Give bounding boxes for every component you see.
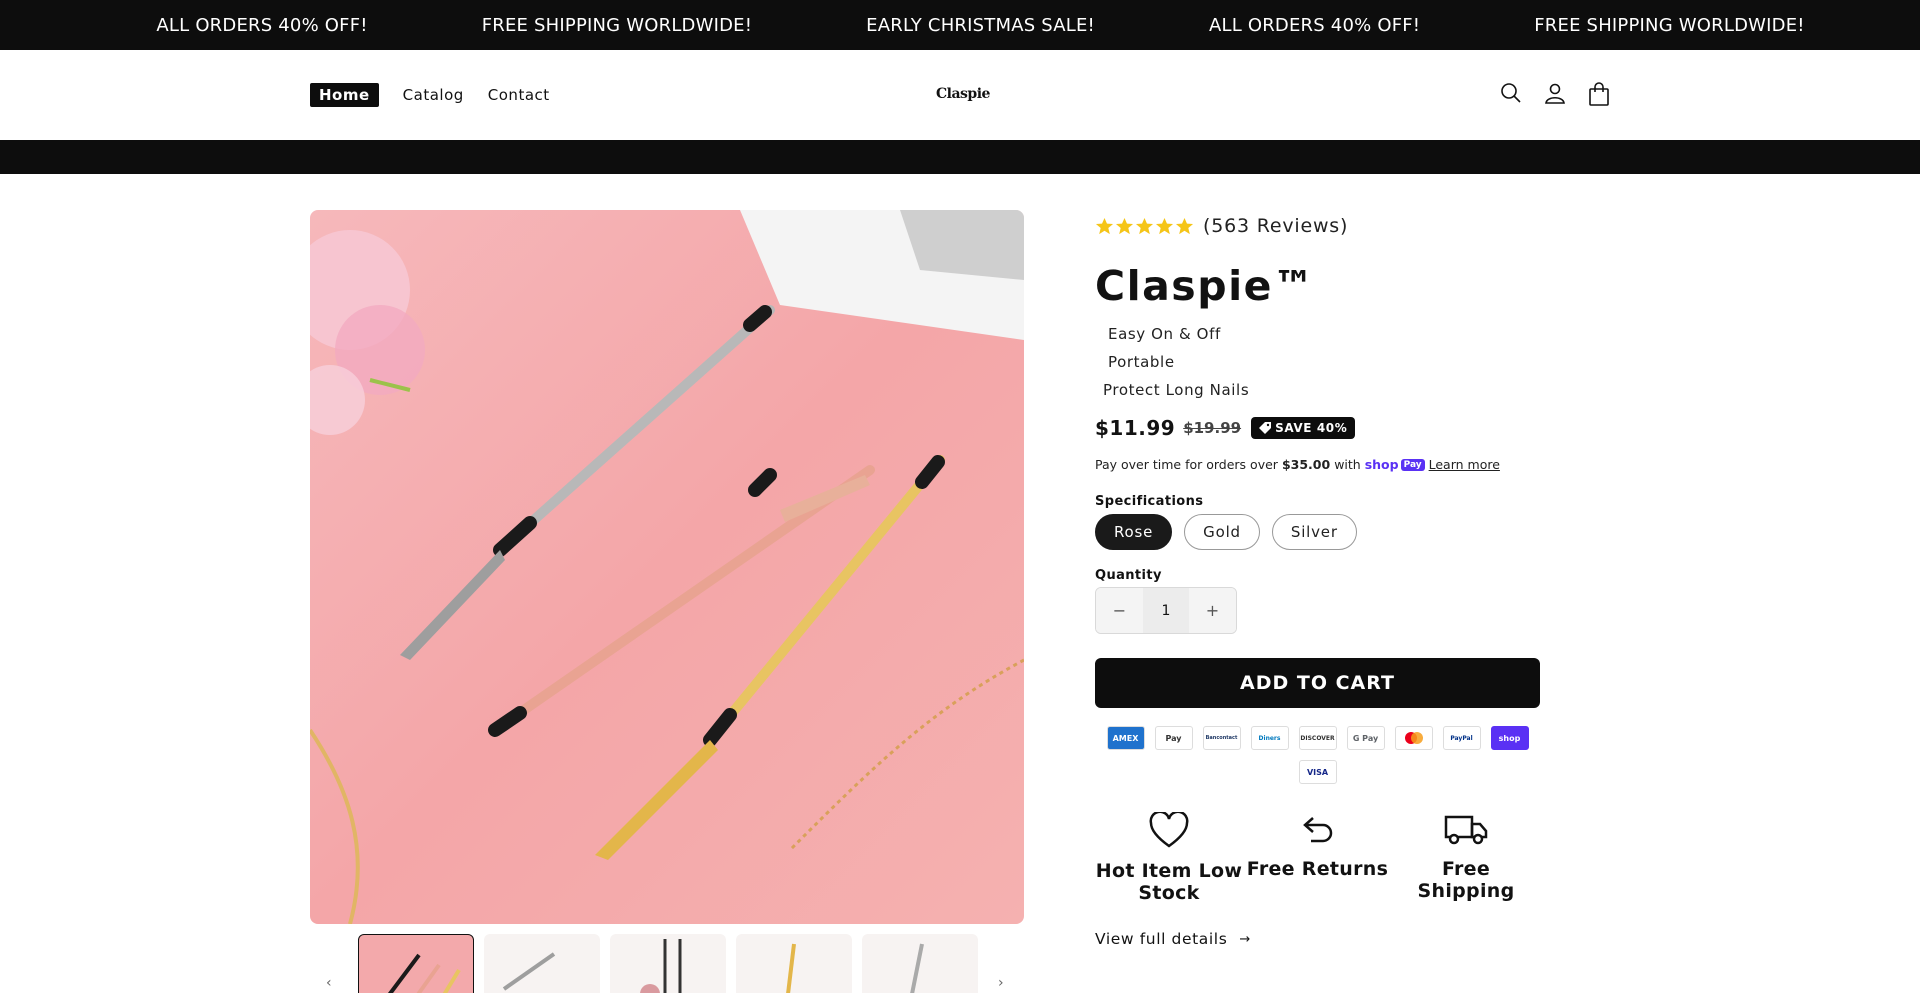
spec-label: Specifications <box>1095 494 1204 509</box>
announcement-item: ALL ORDERS 40% OFF! <box>1208 14 1421 36</box>
announcement-item: FREE SHIPPING WORLDWIDE! <box>481 14 753 36</box>
tag-icon <box>1259 422 1272 434</box>
arrow-right-icon: → <box>1239 931 1251 947</box>
view-details-label: View full details <box>1095 930 1228 948</box>
feature-item: Free Returns <box>1244 812 1392 904</box>
announcement-item: EARLY CHRISTMAS SALE! <box>866 14 1095 36</box>
nav-home[interactable]: Home <box>310 83 379 107</box>
save-badge-label: SAVE 40% <box>1275 421 1348 435</box>
shoppay-text: Pay over time for orders over <box>1095 457 1278 472</box>
discover-icon: DISCOVER <box>1298 726 1337 750</box>
review-count[interactable]: (563 Reviews) <box>1203 215 1348 237</box>
google-pay-icon: G Pay <box>1346 726 1385 750</box>
feature-label: Free Shipping <box>1417 858 1515 902</box>
announcement-item: ALL ORDERS 40% OFF! <box>156 14 368 36</box>
header-band <box>0 140 1920 174</box>
bullet-item: Easy On & Off <box>1108 325 1221 343</box>
nav-contact[interactable]: Contact <box>488 86 550 104</box>
view-full-details-link[interactable]: View full details → <box>1095 930 1540 948</box>
apple-pay-icon: Pay <box>1154 726 1193 750</box>
star-icon <box>1095 217 1114 234</box>
feature-item: Hot Item Low Stock <box>1095 812 1243 904</box>
account-icon[interactable] <box>1544 82 1568 108</box>
star-icon <box>1175 217 1194 234</box>
mastercard-icon <box>1394 726 1433 750</box>
bullet-item: Portable <box>1108 353 1175 371</box>
site-header: Home Catalog Contact Claspie <box>0 50 1920 140</box>
announcement-item: EARLY <box>1862 15 1920 36</box>
add-to-cart-button[interactable]: ADD TO CART <box>1095 658 1540 708</box>
bullet-item: Protect Long Nails <box>1103 381 1250 399</box>
thumb-next-icon[interactable]: › <box>998 975 1004 991</box>
search-icon[interactable] <box>1500 82 1524 108</box>
thumbnail[interactable] <box>484 934 600 993</box>
quantity-input[interactable]: 1 <box>1143 588 1189 633</box>
cart-icon[interactable] <box>1588 82 1612 108</box>
sale-price: $11.99 <box>1095 416 1176 440</box>
rating-stars <box>1095 217 1195 236</box>
learn-more-link[interactable]: Learn more <box>1429 457 1500 472</box>
spec-option-silver[interactable]: Silver <box>1271 514 1357 550</box>
thumbnail-strip <box>358 934 988 993</box>
bancontact-icon: Bancontact <box>1202 726 1241 750</box>
price-row: $11.99 $19.99 SAVE 40% <box>1095 416 1540 440</box>
shoppay-with: with <box>1334 457 1361 472</box>
announcement-fragment: ! <box>0 15 99 36</box>
spec-options: Rose Gold Silver <box>1095 514 1540 550</box>
shoppay-badge: Pay <box>1400 458 1425 471</box>
thumbnail[interactable] <box>358 934 474 993</box>
truck-icon <box>1444 815 1488 845</box>
shoppay-installments: Pay over time for orders over $35.00 wit… <box>1095 457 1540 472</box>
feature-label: Hot Item Low Stock <box>1095 860 1243 904</box>
thumbnail[interactable] <box>862 934 978 993</box>
quantity-label: Quantity <box>1095 568 1162 583</box>
return-icon <box>1302 817 1332 843</box>
compare-price: $19.99 <box>1183 419 1242 437</box>
header-icons <box>1500 82 1632 108</box>
visa-icon: VISA <box>1298 760 1337 784</box>
spec-option-gold[interactable]: Gold <box>1184 514 1260 550</box>
product-bullets: Easy On & Off Portable Protect Long Nail… <box>1095 320 1540 404</box>
feature-list: Hot Item Low Stock Free Returns Free Shi… <box>1095 812 1540 904</box>
feature-label: Free Returns <box>1246 858 1389 880</box>
spec-option-rose[interactable]: Rose <box>1095 514 1173 550</box>
paypal-icon: PayPal <box>1442 726 1481 750</box>
rating-row: (563 Reviews) <box>1095 210 1540 242</box>
amex-icon: AMEX <box>1106 726 1145 750</box>
announcement-bar: ! ALL ORDERS 40% OFF! FREE SHIPPING WORL… <box>0 0 1920 50</box>
site-logo[interactable]: Claspie <box>936 86 990 102</box>
quantity-stepper: − 1 + <box>1095 587 1237 634</box>
product-main-image[interactable] <box>310 210 1024 924</box>
thumbnail[interactable] <box>736 934 852 993</box>
shoppay-logo: shop <box>1364 457 1399 472</box>
product-title: Claspie™ <box>1095 262 1316 310</box>
quantity-decrease-button[interactable]: − <box>1096 588 1143 633</box>
payment-icons: AMEX Pay Bancontact Diners DISCOVER G Pa… <box>1095 726 1540 794</box>
nav-catalog[interactable]: Catalog <box>403 86 464 104</box>
star-icon <box>1115 217 1134 234</box>
heart-icon <box>1149 812 1189 848</box>
feature-item: Free Shipping <box>1392 812 1540 904</box>
star-icon <box>1155 217 1174 234</box>
shop-pay-icon: shop <box>1490 726 1529 750</box>
announcement-item: FREE SHIPPING WORLDWIDE! <box>1534 14 1805 36</box>
save-badge: SAVE 40% <box>1251 417 1356 439</box>
shoppay-amount: $35.00 <box>1281 457 1331 472</box>
product-info: (563 Reviews) Claspie™ Easy On & Off Por… <box>1095 210 1540 948</box>
diners-icon: Diners <box>1250 726 1289 750</box>
main-nav: Home Catalog Contact <box>310 83 574 107</box>
thumb-prev-icon[interactable]: ‹ <box>326 975 332 991</box>
star-icon <box>1135 217 1154 234</box>
thumbnail[interactable] <box>610 934 726 993</box>
quantity-increase-button[interactable]: + <box>1189 588 1236 633</box>
